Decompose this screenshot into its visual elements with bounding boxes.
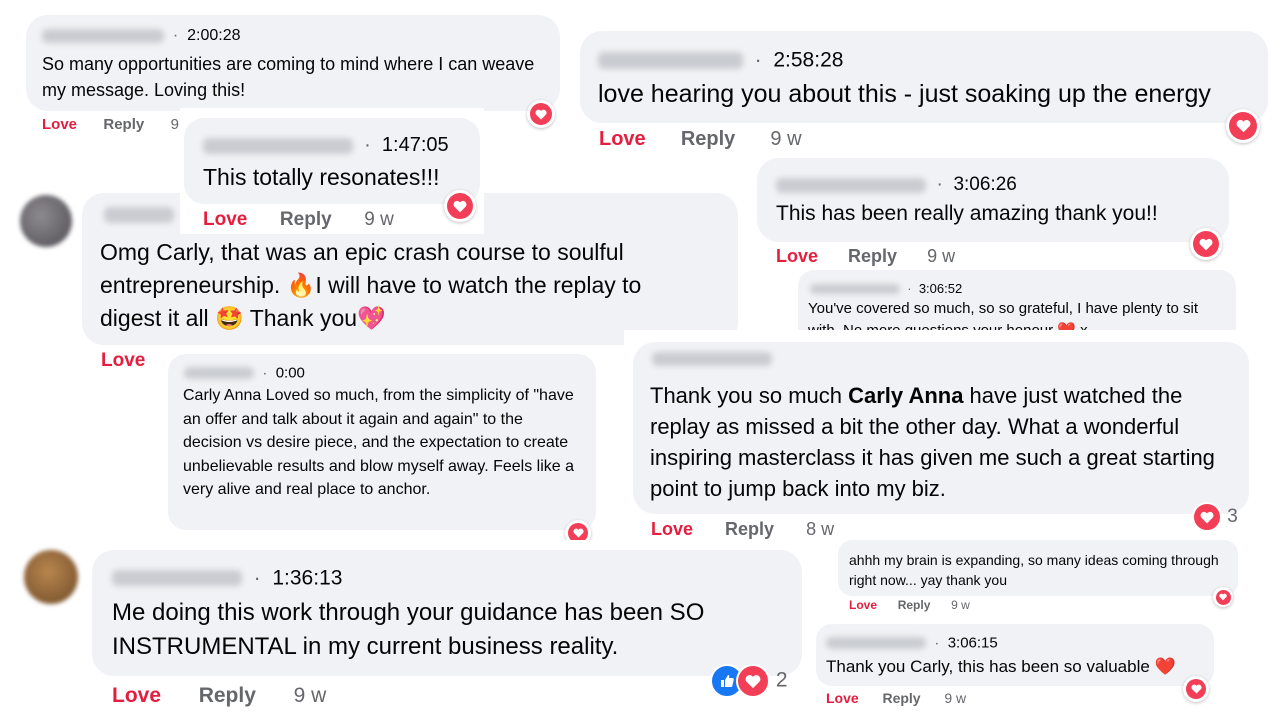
heart-icon xyxy=(1193,231,1219,257)
star-eyes-emoji: 🤩 xyxy=(215,305,244,331)
comment-actions: Love Reply 9 w xyxy=(826,690,966,706)
comment-age[interactable]: 9 w xyxy=(364,209,394,230)
fire-emoji: 🔥 xyxy=(286,272,316,298)
reaction-summary[interactable]: 3 xyxy=(1192,502,1238,532)
love-button[interactable]: Love xyxy=(101,350,145,371)
comment-text: This has been really amazing thank you!! xyxy=(776,202,1158,225)
love-button[interactable]: Love xyxy=(651,519,693,539)
comment-age[interactable]: 9 w xyxy=(294,684,327,707)
comment-actions: Love Reply 9 xyxy=(42,116,179,133)
comment-age[interactable]: 9 w xyxy=(951,598,970,612)
timestamp-link[interactable]: 1:47:05 xyxy=(382,134,449,156)
comment-age[interactable]: 9 w xyxy=(770,128,801,150)
love-button[interactable]: Love xyxy=(599,128,646,150)
heart-icon xyxy=(530,103,552,125)
mention-link[interactable]: Carly Anna xyxy=(183,387,261,404)
reply-button[interactable]: Reply xyxy=(199,684,256,707)
reply-button[interactable]: Reply xyxy=(103,116,144,133)
comment-text: So many opportunities are coming to mind… xyxy=(42,54,535,100)
love-button[interactable]: Love xyxy=(42,116,77,133)
love-button[interactable]: Love xyxy=(849,598,877,612)
comment-age[interactable]: 9 xyxy=(171,116,179,133)
comment-header: · 3:06:15 xyxy=(826,634,998,652)
comment-header: · 3:06:26 xyxy=(776,174,1017,196)
comment-age[interactable]: 9 w xyxy=(927,246,955,266)
comment-header: · 0:00 xyxy=(184,364,305,382)
author-name-blurred[interactable] xyxy=(776,177,926,193)
author-name-blurred[interactable] xyxy=(826,637,926,650)
comment-text: Thank you Carly, this has been so valuab… xyxy=(826,657,1176,676)
author-name-blurred[interactable] xyxy=(104,206,174,223)
comment-text: Carly Anna Loved so much, from the simpl… xyxy=(183,387,575,498)
author-name-blurred[interactable] xyxy=(652,351,772,366)
love-button[interactable]: Love xyxy=(112,684,161,707)
comment-text: love hearing you about this - just soaki… xyxy=(598,80,1211,108)
reply-button[interactable]: Reply xyxy=(725,519,774,539)
timestamp-link[interactable]: 2:00:28 xyxy=(187,27,240,44)
reaction-badge[interactable] xyxy=(1213,587,1233,607)
mention-link[interactable]: Carly Anna xyxy=(848,383,963,408)
love-button[interactable]: Love xyxy=(776,246,818,266)
avatar[interactable] xyxy=(20,195,72,247)
reaction-summary[interactable]: 2 xyxy=(710,664,788,698)
comment-header: · 2:58:28 xyxy=(598,48,843,72)
reaction-badge[interactable] xyxy=(1226,109,1260,143)
sparkling-heart-emoji: 💖 xyxy=(357,305,386,331)
timestamp-link[interactable]: 3:06:52 xyxy=(919,281,962,296)
timestamp-link[interactable]: 3:06:26 xyxy=(953,174,1016,195)
author-name-blurred[interactable] xyxy=(42,29,164,43)
comment-header: · 1:47:05 xyxy=(203,134,449,157)
heart-icon xyxy=(1192,502,1222,532)
reaction-badge[interactable] xyxy=(444,190,476,222)
author-name-blurred[interactable] xyxy=(598,51,743,69)
comment-actions: Love Reply 9 w xyxy=(599,128,802,151)
comment-actions: Love Reply 9 w xyxy=(203,209,394,231)
comment-text: Me doing this work through your guidance… xyxy=(112,599,705,660)
comment-age[interactable]: 8 w xyxy=(806,519,834,539)
reply-button[interactable]: Reply xyxy=(681,128,735,150)
reply-button[interactable]: Reply xyxy=(280,209,332,230)
comment-actions: Love Reply 8 w xyxy=(651,519,834,539)
heart-icon xyxy=(736,664,770,698)
reaction-badge[interactable] xyxy=(527,100,555,128)
reply-button[interactable]: Reply xyxy=(898,598,931,612)
author-name-blurred[interactable] xyxy=(184,367,254,380)
comment-text: This totally resonates!!! xyxy=(203,164,440,190)
reaction-badge[interactable] xyxy=(1183,676,1209,702)
heart-icon xyxy=(1186,679,1206,699)
red-heart-emoji: ❤️ xyxy=(1154,657,1176,676)
author-name-blurred[interactable] xyxy=(203,137,353,154)
comment-header xyxy=(104,206,174,224)
timestamp-link[interactable]: 1:36:13 xyxy=(272,566,342,589)
comment-actions: Love Reply 9 w xyxy=(849,598,970,612)
love-button[interactable]: Love xyxy=(826,690,859,706)
comment-header: · 1:36:13 xyxy=(112,566,342,590)
heart-icon xyxy=(1215,589,1231,605)
reaction-badge[interactable] xyxy=(1190,228,1222,260)
comment-header: · 2:00:28 xyxy=(42,27,241,45)
love-button[interactable]: Love xyxy=(203,209,247,230)
comment-actions: Love xyxy=(101,350,145,372)
author-name-blurred[interactable] xyxy=(810,283,900,294)
reply-button[interactable]: Reply xyxy=(848,246,897,266)
comment-header: · 3:06:52 xyxy=(810,280,962,296)
comment-header xyxy=(652,350,772,368)
avatar[interactable] xyxy=(24,550,78,604)
timestamp-link[interactable]: 3:06:15 xyxy=(948,635,998,652)
comment-text: Thank you so much Carly Anna have just w… xyxy=(650,383,1215,501)
reaction-count: 2 xyxy=(775,668,788,692)
author-name-blurred[interactable] xyxy=(112,570,242,587)
heart-icon xyxy=(1229,112,1257,140)
comment-age[interactable]: 9 w xyxy=(944,690,966,706)
reaction-count: 3 xyxy=(1227,506,1238,528)
comment-actions: Love Reply 9 w xyxy=(112,684,326,708)
comment-text: ahhh my brain is expanding, so many idea… xyxy=(849,552,1219,588)
comment-text: Omg Carly, that was an epic crash course… xyxy=(100,239,642,331)
comment-actions: Love Reply 9 w xyxy=(776,246,955,266)
reply-button[interactable]: Reply xyxy=(882,690,920,706)
heart-icon xyxy=(447,193,473,219)
timestamp-link[interactable]: 2:58:28 xyxy=(773,48,843,71)
timestamp-link[interactable]: 0:00 xyxy=(276,365,305,382)
